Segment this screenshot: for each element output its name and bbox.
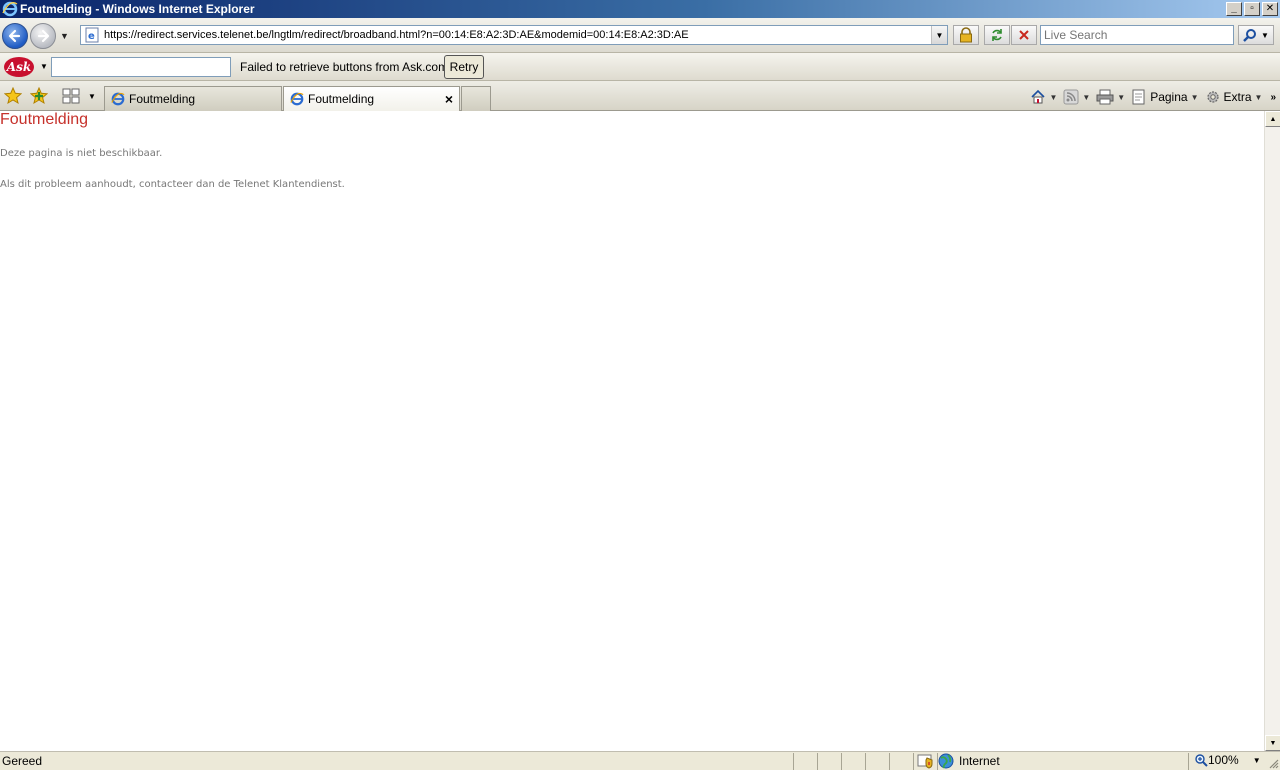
printer-icon [1096, 89, 1114, 105]
zoom-icon [1195, 754, 1208, 767]
tools-menu-label: Extra [1223, 90, 1252, 104]
chevron-down-icon[interactable]: ▼ [1255, 93, 1263, 102]
print-button[interactable]: ▼ [1096, 89, 1125, 105]
zoom-button[interactable]: 100% ▼ [1194, 753, 1261, 767]
svg-text:e: e [88, 31, 95, 42]
globe-icon [938, 753, 954, 769]
page-title: Foutmelding [0, 111, 89, 128]
search-button[interactable]: ▼ [1238, 25, 1274, 45]
stop-button[interactable] [1011, 25, 1037, 45]
status-pane [817, 753, 841, 770]
page-menu-label: Pagina [1150, 90, 1188, 104]
status-bar: Gereed Internet 100% ▼ [0, 751, 1280, 770]
chevron-down-icon[interactable]: ▼ [1191, 93, 1199, 102]
scroll-up-button[interactable]: ▲ [1265, 111, 1280, 127]
scroll-down-button[interactable]: ▼ [1265, 735, 1280, 751]
home-button[interactable]: ▼ [1030, 89, 1057, 105]
ask-toolbar: Ask ▼ Failed to retrieve buttons from As… [0, 53, 1280, 81]
quick-tabs-icon[interactable] [62, 87, 80, 105]
ask-search-input[interactable] [51, 57, 231, 77]
retry-button[interactable]: Retry [444, 55, 484, 79]
close-tab-icon[interactable]: × [445, 91, 453, 107]
security-report-button[interactable] [953, 25, 979, 45]
favorites-center-icon[interactable] [4, 87, 22, 105]
minimize-button[interactable]: _ [1226, 2, 1242, 16]
maximize-button[interactable]: ▫ [1244, 2, 1260, 16]
add-to-favorites-icon[interactable] [30, 87, 48, 105]
tab-foutmelding-2[interactable]: Foutmelding × [283, 86, 460, 111]
address-bar[interactable]: e https://redirect.services.telenet.be/l… [80, 25, 948, 45]
more-commands-button[interactable]: » [1270, 92, 1276, 103]
stop-icon [1019, 30, 1029, 40]
gear-icon [1206, 91, 1219, 103]
page-icon [1132, 89, 1145, 105]
security-zone[interactable]: Internet [938, 753, 1000, 769]
page-icon: e [85, 27, 99, 43]
tab-list-dropdown[interactable]: ▼ [88, 92, 96, 101]
url-text[interactable]: https://redirect.services.telenet.be/lng… [104, 29, 931, 41]
home-icon [1031, 89, 1046, 104]
lock-icon [960, 27, 972, 43]
close-button[interactable]: ✕ [1262, 2, 1278, 16]
support-message: Als dit probleem aanhoudt, contacteer da… [0, 179, 345, 190]
new-tab-button[interactable] [461, 86, 491, 111]
chevron-down-icon[interactable]: ▼ [1253, 756, 1261, 765]
protected-mode-pane[interactable] [913, 753, 937, 770]
page-content: Foutmelding Deze pagina is niet beschikb… [0, 111, 1264, 751]
tab-label: Foutmelding [129, 92, 196, 106]
feeds-button[interactable]: ▼ [1063, 89, 1090, 105]
recent-pages-dropdown[interactable]: ▼ [60, 31, 69, 41]
chevron-down-icon[interactable]: ▼ [1049, 93, 1057, 102]
arrow-right-icon [37, 29, 50, 43]
tab-label: Foutmelding [308, 92, 375, 106]
forward-button[interactable] [30, 23, 56, 49]
status-pane [841, 753, 865, 770]
error-message: Deze pagina is niet beschikbaar. [0, 148, 163, 159]
chevron-down-icon[interactable]: ▼ [1082, 93, 1090, 102]
tab-foutmelding-1[interactable]: Foutmelding [104, 86, 282, 111]
resize-grip-icon[interactable] [1267, 757, 1279, 769]
window-title: Foutmelding - Windows Internet Explorer [20, 2, 255, 16]
rss-feed-icon [1063, 89, 1079, 105]
arrow-left-icon [8, 29, 21, 43]
status-text: Gereed [2, 754, 43, 768]
refresh-button[interactable] [984, 25, 1010, 45]
zone-label: Internet [959, 754, 1000, 768]
tools-menu-button[interactable]: Extra ▼ [1205, 89, 1263, 105]
search-icon [1243, 29, 1257, 42]
ask-error-message: Failed to retrieve buttons from Ask.com. [240, 60, 452, 74]
ask-menu-dropdown[interactable]: ▼ [40, 62, 48, 71]
search-options-dropdown[interactable]: ▼ [1261, 31, 1269, 40]
back-button[interactable] [2, 23, 28, 49]
vertical-scrollbar[interactable]: ▲ ▼ [1264, 111, 1280, 751]
navigation-bar: ▼ e https://redirect.services.telenet.be… [0, 18, 1280, 53]
address-dropdown-button[interactable]: ▼ [931, 26, 947, 44]
page-menu-button[interactable]: Pagina ▼ [1131, 89, 1199, 105]
status-pane [793, 753, 817, 770]
live-search-input[interactable] [1040, 25, 1234, 45]
tab-bar: ▼ Foutmelding Foutmelding × ▼ ▼ ▼ Pagina… [0, 81, 1280, 111]
window-titlebar: Foutmelding - Windows Internet Explorer … [0, 0, 1280, 18]
shield-icon [917, 754, 933, 769]
chevron-down-icon[interactable]: ▼ [1117, 93, 1125, 102]
internet-explorer-icon [2, 1, 18, 17]
command-bar: ▼ ▼ ▼ Pagina ▼ Extra ▼ » [1030, 86, 1280, 108]
internet-explorer-icon [111, 92, 125, 106]
zoom-level: 100% [1208, 753, 1239, 767]
status-pane [889, 753, 913, 770]
status-pane [865, 753, 889, 770]
internet-explorer-icon [290, 92, 304, 106]
refresh-icon [992, 29, 1002, 41]
ask-logo[interactable]: Ask [4, 57, 34, 77]
